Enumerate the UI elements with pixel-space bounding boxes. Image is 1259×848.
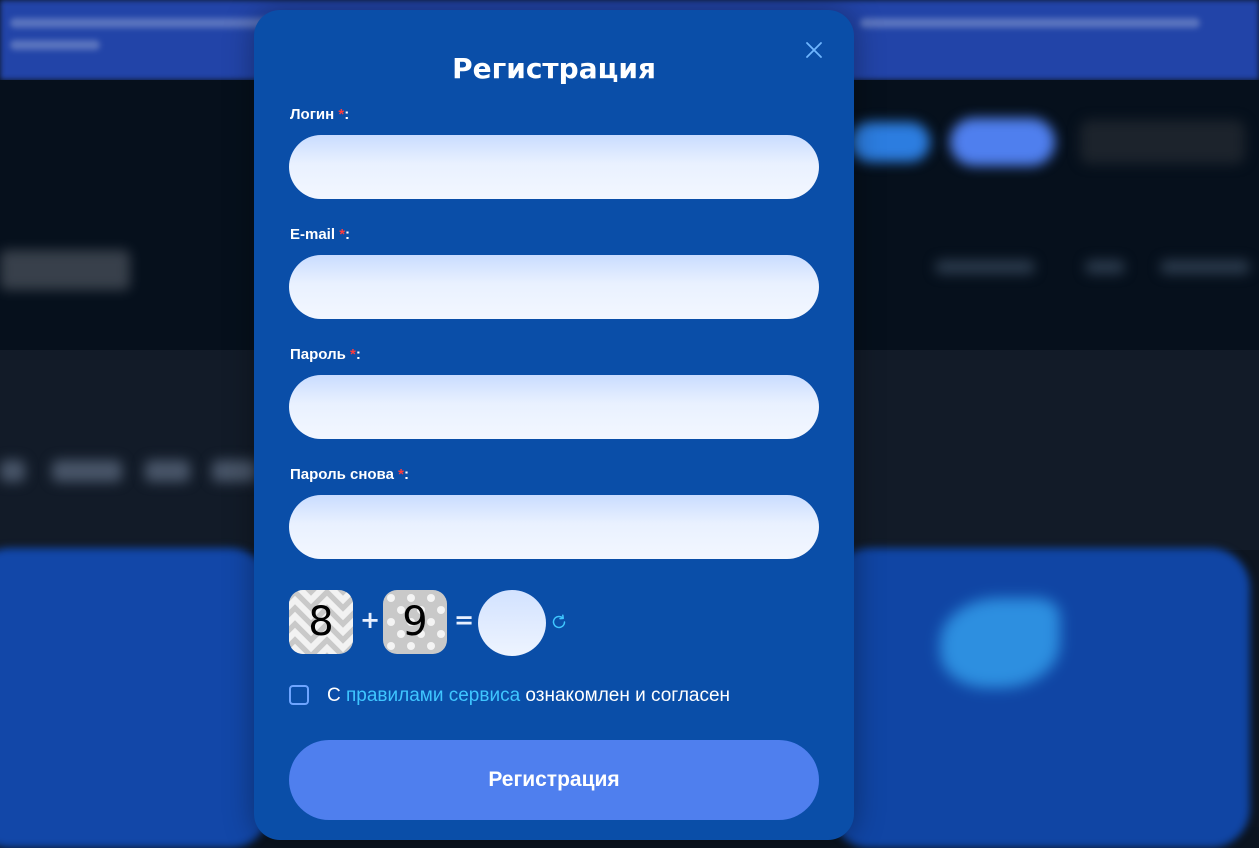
password-label: Пароль *: — [290, 346, 361, 363]
login-input[interactable] — [289, 135, 819, 199]
service-rules-link[interactable]: правилами сервиса — [346, 685, 520, 706]
captcha-first-number: 8 — [289, 590, 353, 654]
captcha-second-digit: 9 — [402, 599, 428, 645]
captcha-second-number: 9 — [383, 590, 447, 654]
background-card-right — [830, 548, 1250, 848]
captcha-first-digit: 8 — [308, 599, 334, 645]
password-label-text: Пароль — [290, 346, 346, 363]
email-input[interactable] — [289, 255, 819, 319]
password-confirm-input[interactable] — [289, 495, 819, 559]
password-confirm-label: Пароль снова *: — [290, 466, 409, 483]
password-confirm-label-text: Пароль снова — [290, 466, 394, 483]
background-card-left — [0, 548, 270, 848]
login-label-text: Логин — [290, 106, 335, 123]
email-label: E-mail *: — [290, 226, 350, 243]
close-icon[interactable] — [802, 38, 826, 62]
password-input[interactable] — [289, 375, 819, 439]
agreement-suffix: ознакомлен и согласен — [520, 685, 731, 706]
password-label-suffix: : — [355, 346, 361, 363]
password-confirm-label-suffix: : — [403, 466, 409, 483]
login-label-suffix: : — [344, 106, 350, 123]
register-button[interactable]: Регистрация — [289, 740, 819, 820]
agreement-prefix: С — [327, 685, 346, 706]
email-label-suffix: : — [345, 226, 351, 243]
registration-modal: Регистрация Логин *: E-mail *: Пароль *:… — [254, 10, 854, 840]
captcha-answer-input[interactable] — [478, 590, 546, 656]
captcha-operator: + — [360, 606, 381, 634]
agreement-text: С правилами сервиса ознакомлен и согласе… — [327, 685, 730, 707]
login-label: Логин *: — [290, 106, 349, 123]
modal-title: Регистрация — [452, 52, 656, 85]
agreement-checkbox[interactable] — [289, 685, 309, 705]
refresh-icon[interactable] — [550, 613, 568, 631]
email-label-text: E-mail — [290, 226, 336, 243]
captcha-equals: = — [454, 606, 475, 634]
